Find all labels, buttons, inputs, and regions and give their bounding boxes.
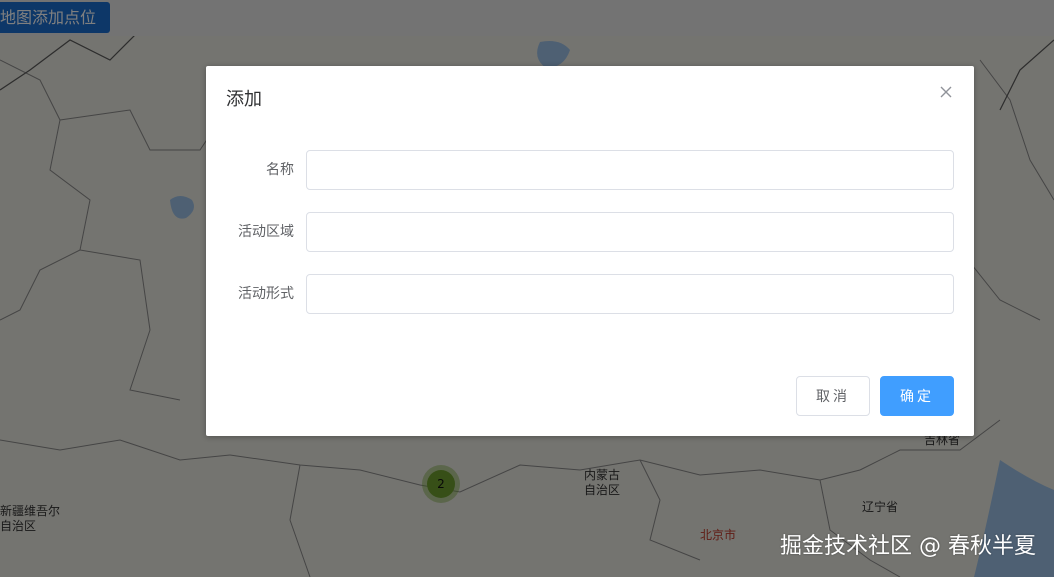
type-input[interactable] [306,274,954,314]
app-stage: 地图添加点位 新疆维吾尔 自治区 内蒙古 自治区 吉林省 辽宁省 2 北京市 掘… [0,0,1054,577]
form-row-type: 活动形式 [206,274,974,314]
cancel-button[interactable]: 取消 [796,376,870,416]
region-label: 活动区域 [238,224,294,240]
add-dialog: 添加 名称 活动区域 活动形式 取消 确定 [206,66,974,436]
type-label: 活动形式 [238,286,294,302]
dialog-title: 添加 [226,89,262,110]
form-row-region: 活动区域 [206,212,974,252]
name-label: 名称 [266,162,294,178]
form-row-name: 名称 [206,150,974,190]
name-input[interactable] [306,150,954,190]
close-icon[interactable] [938,84,954,100]
confirm-button[interactable]: 确定 [880,376,954,416]
watermark: 掘金技术社区 @ 春秋半夏 [780,534,1036,559]
region-input[interactable] [306,212,954,252]
